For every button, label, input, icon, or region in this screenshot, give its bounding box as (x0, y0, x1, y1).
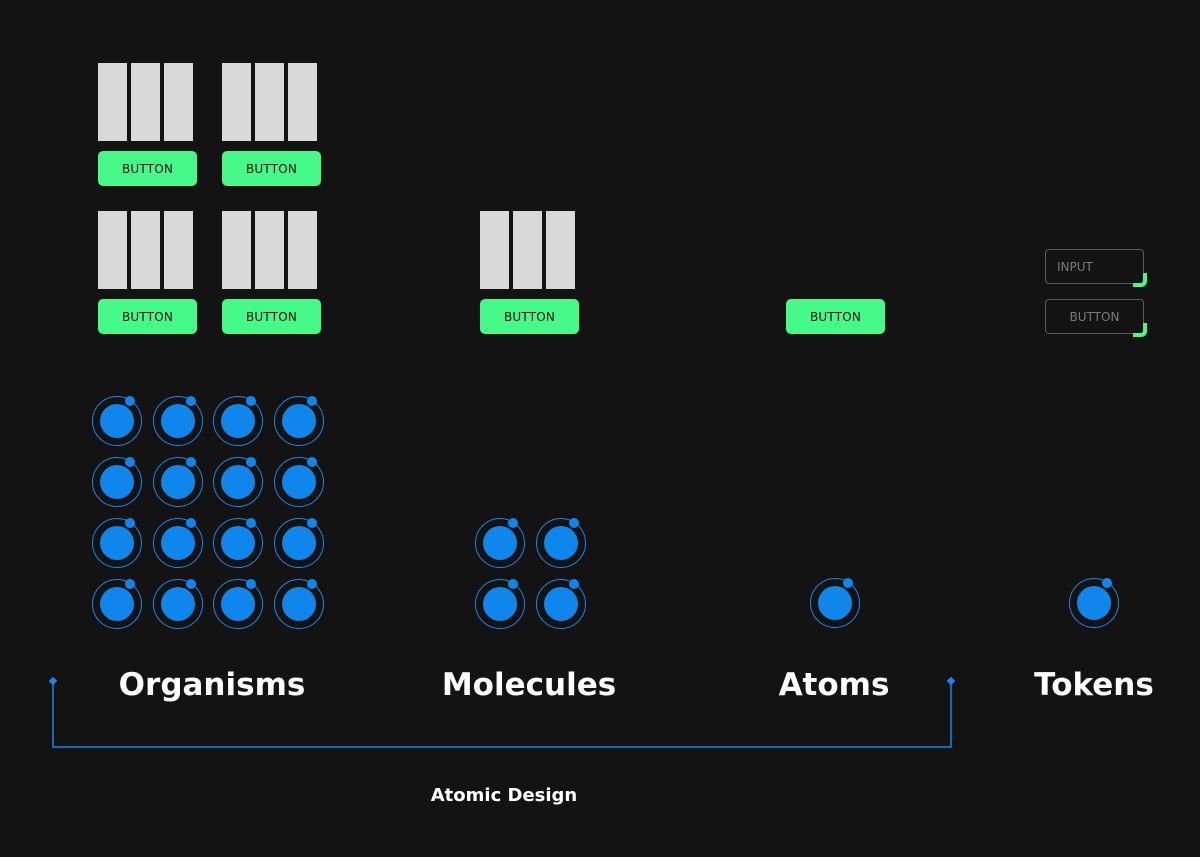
atomic-design-bracket (48, 676, 956, 748)
bracket-caption: Atomic Design (430, 785, 578, 806)
